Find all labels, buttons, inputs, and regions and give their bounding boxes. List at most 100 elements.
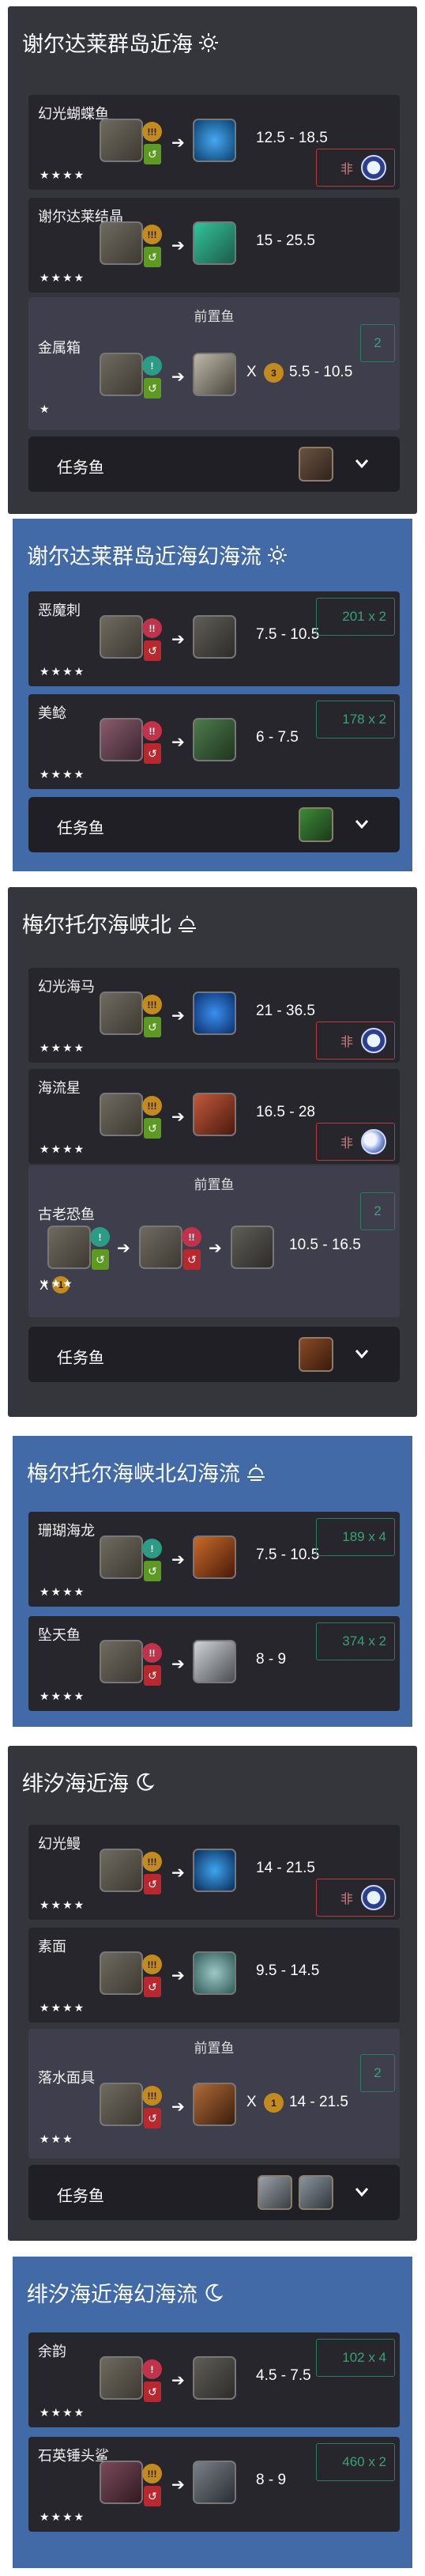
chevron-down-icon[interactable] [351,2181,373,2203]
fish-name: 落水面具 [38,2070,95,2086]
fish-name: 恶魔刺 [38,602,81,618]
section-card: 绯汐海近海幻海流 余韵 ! ↺ ➔ 4.5 - 7.5 ★★★★ 102 x 4… [8,2252,417,2573]
fish-card[interactable]: 幻光鳗 !!! ↺ ➔ 14 - 21.5 ★★★★ 非 [28,1825,400,1920]
hook-badge: !!! [142,1955,162,1974]
bite-time: 5.5 - 10.5 [289,364,353,380]
section-card: 谢尔达莱群岛近海幻海流 恶魔刺 !! ↺ ➔ 7.5 - 10.5 ★★★★ 2… [8,514,417,876]
hook-badge: !!! [142,122,162,142]
lure-icon [100,1535,143,1579]
fish-card[interactable]: 古老恐鱼 ! ↺ ➔ !! ↺ ➔ 10.5 - 16.5 X 1 ★★★ 2 [28,1192,400,1314]
fish-card[interactable]: 素面 !!! ↺ ➔ 9.5 - 14.5 ★★★★ [28,1928,400,2023]
fish-stars: ★★★★ [39,665,86,678]
fish-name: 余韵 [38,2344,66,2359]
condition-box: 非 [316,1123,395,1161]
lure-icon [100,119,143,162]
fish-icon [193,2356,236,2400]
fish-card[interactable]: 幻光海马 !!! ↺ ➔ 21 - 36.5 ★★★★ 非 [28,968,400,1063]
task-fish-bar[interactable]: 任务鱼 [28,436,400,492]
arrow-icon: ➔ [171,368,185,386]
multiplier-badge: 1 [264,2093,284,2113]
task-fish-bar[interactable]: 任务鱼 [28,797,400,852]
fish-card[interactable]: 坠天鱼 !! ↺ ➔ 8 - 9 ★★★★ 374 x 2 [28,1616,400,1711]
lure-icon [100,1951,143,1995]
fish-card[interactable]: 海流星 !!! ↺ ➔ 16.5 - 28 ★★★★ 非 [28,1069,400,1164]
fish-stars: ★★★★ [39,768,86,780]
fish-card[interactable]: 金属箱 ! ↺ ➔ X 3 5.5 - 10.5 ★ 2 [28,324,400,424]
arrow-icon: ➔ [171,1864,185,1882]
arrow-icon: ➔ [171,1007,185,1025]
arrow-icon: ➔ [171,1967,185,1985]
tug-icon: ↺ [183,1249,201,1270]
fish-icon [193,1093,236,1136]
hook-badge: !! [182,1227,201,1247]
tug-icon: ↺ [144,1017,161,1037]
prefish-header: 前置鱼 [194,1177,235,1192]
fish-icon [193,718,236,761]
lure-icon [139,1226,182,1269]
hook-badge: ! [90,1227,110,1247]
arrow-icon: ➔ [171,631,185,648]
fish-card[interactable]: 谢尔达莱结晶 🔒 !!! ↺ ➔ 15 - 25.5 ★★★★ [28,198,400,293]
chevron-down-icon[interactable] [351,813,373,835]
tug-icon: ↺ [144,378,161,398]
fish-icon [193,1535,236,1579]
fish-card[interactable]: 珊瑚海龙 ! ↺ ➔ 7.5 - 10.5 ★★★★ 189 x 4 [28,1512,400,1607]
task-fish-bar[interactable]: 任务鱼 [28,1327,400,1382]
hook-badge: !! [142,618,162,638]
count-box: 189 x 4 [316,1518,395,1556]
fish-icon [193,2083,236,2126]
multiplier-x: X [246,2094,257,2110]
bite-time: 4.5 - 7.5 [256,2367,311,2384]
fish-name: 素面 [38,1939,66,1955]
hook-badge: ! [142,2359,162,2379]
tug-icon: ↺ [144,743,161,764]
section-card: 绯汐海近海 幻光鳗 !!! ↺ ➔ 14 - 21.5 ★★★★ 非 素面 !!… [8,1746,417,2241]
sun-icon [268,545,287,565]
tug-icon: ↺ [144,1118,161,1139]
section-card: 谢尔达莱群岛近海 幻光蝴蝶鱼 !!! ↺ ➔ 12.5 - 18.5 ★★★★ … [8,6,417,514]
condition-box: 非 [316,149,395,187]
chevron-down-icon[interactable] [351,1343,373,1365]
fish-stars: ★★★★ [39,271,86,284]
bite-time: 8 - 9 [256,2472,287,2488]
fish-card[interactable]: 石英锤头鲨 !!! ↺ ➔ 8 - 9 ★★★★ 460 x 2 [28,2437,400,2532]
fish-stars: ★★★★ [39,168,86,181]
fish-name: 海流星 [38,1080,81,1096]
fish-icon [193,1640,236,1683]
lure-icon [100,1640,143,1683]
condition-label: 非 [340,1137,353,1150]
fish-stars: ★ [39,402,51,415]
task-fish-icon [258,2175,292,2210]
fish-card[interactable]: 余韵 ! ↺ ➔ 4.5 - 7.5 ★★★★ 102 x 4 [28,2332,400,2427]
lure-icon [100,221,143,265]
section-title: 绯汐海近海幻海流 [27,2277,224,2308]
fish-card[interactable]: 幻光蝴蝶鱼 !!! ↺ ➔ 12.5 - 18.5 ★★★★ 非 [28,95,400,190]
fish-card[interactable]: 美鲶 !! ↺ ➔ 6 - 7.5 ★★★★ 178 x 2 [28,694,400,789]
bite-time: 6 - 7.5 [256,729,299,746]
fish-name: 幻光鳗 [38,1836,81,1852]
fish-card[interactable]: 恶魔刺 !! ↺ ➔ 7.5 - 10.5 ★★★★ 201 x 2 [28,591,400,686]
task-fish-bar[interactable]: 任务鱼 [28,2165,400,2220]
section-card: 梅尔托尔海峡北幻海流 珊瑚海龙 ! ↺ ➔ 7.5 - 10.5 ★★★★ 18… [8,1431,417,1732]
hook-badge: !!! [142,2464,162,2483]
arrow-icon: ➔ [171,1551,185,1569]
task-fish-icon [299,807,333,842]
full-moon-icon [361,1885,386,1910]
task-fish-label: 任务鱼 [57,2188,104,2205]
fish-card[interactable]: 落水面具 !!! ↺ ➔ X 1 14 - 21.5 ★★★ 2 [28,2054,400,2154]
chevron-down-icon[interactable] [351,452,373,474]
arrow-icon: ➔ [171,237,185,255]
fish-stars: ★★★★ [39,1143,86,1155]
task-fish-label: 任务鱼 [57,820,104,837]
fish-icon [193,353,236,396]
lure-icon [100,2083,143,2126]
hook-badge: !!! [142,225,162,244]
tug-icon: ↺ [144,2108,161,2128]
multiplier-x: X [246,364,257,380]
task-fish-icon [299,447,333,482]
hook-badge: !!! [142,995,162,1014]
arrow-icon: ➔ [171,134,185,152]
tug-icon: ↺ [144,247,161,267]
bite-time: 10.5 - 16.5 [289,1237,361,1253]
task-fish-icon [299,2175,333,2210]
